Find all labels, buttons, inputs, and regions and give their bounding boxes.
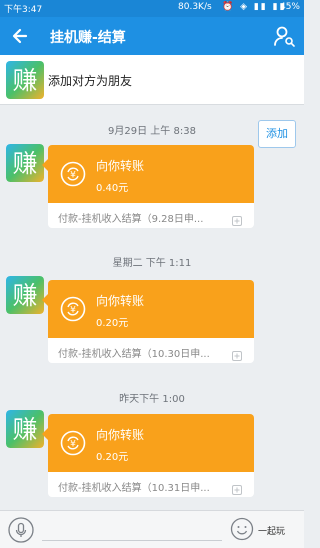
watermark-text: 一起玩	[258, 527, 286, 537]
sender-avatar[interactable]: 赚	[6, 410, 44, 448]
status-time: 下午3:47	[4, 5, 43, 15]
message-timestamp: 昨天下午 1:00	[119, 394, 185, 405]
message-input[interactable]	[42, 531, 222, 541]
avatar-char: 赚	[12, 149, 37, 178]
person-settings-icon[interactable]	[272, 24, 296, 48]
status-bar: 下午3:47 80.3K/s ⏰ ◈ ▮▮ ▮▮ 45%	[0, 0, 304, 17]
transfer-title: 向你转账	[96, 428, 145, 442]
sender-avatar[interactable]: 赚	[6, 276, 44, 314]
battery-level: 45%	[279, 2, 300, 12]
transfer-title: 向你转账	[96, 159, 145, 173]
transfer-card[interactable]: ¥ 向你转账 0.20元 付款-挂机收入结算（10.31日申...	[42, 414, 254, 497]
back-arrow-icon[interactable]	[8, 23, 34, 49]
avatar-char: 赚	[12, 281, 37, 310]
emoji-icon[interactable]	[230, 517, 254, 541]
message-timestamp: 星期二 下午 1:11	[112, 258, 192, 269]
chat-header: 挂机赚-结算	[0, 17, 304, 55]
transfer-app-icon	[232, 211, 242, 226]
chat-title: 挂机赚-结算	[50, 30, 126, 46]
contact-avatar[interactable]: 赚	[6, 61, 44, 99]
microphone-icon[interactable]	[8, 517, 34, 543]
svg-text:¥: ¥	[70, 306, 76, 316]
message-timestamp: 9月29日 上午 8:38	[108, 126, 196, 137]
message-input-bar: 一起玩	[0, 510, 304, 548]
transfer-footer: 付款-挂机收入结算（9.28日申...	[48, 203, 254, 228]
transfer-coin-icon: ¥	[60, 430, 86, 456]
transfer-app-icon	[232, 480, 242, 495]
transfer-coin-icon: ¥	[60, 296, 86, 322]
transfer-footer: 付款-挂机收入结算（10.30日申...	[48, 338, 254, 363]
avatar-char: 赚	[12, 415, 37, 444]
transfer-note: 付款-挂机收入结算（10.30日申...	[58, 349, 210, 360]
signal-icons: ⏰ ◈ ▮▮ ▮▮	[222, 2, 287, 12]
transfer-amount: 0.20元	[96, 318, 129, 329]
svg-text:¥: ¥	[70, 440, 76, 450]
transfer-note: 付款-挂机收入结算（9.28日申...	[58, 214, 204, 225]
transfer-card[interactable]: ¥ 向你转账 0.20元 付款-挂机收入结算（10.30日申...	[42, 280, 254, 363]
svg-text:¥: ¥	[70, 171, 76, 181]
transfer-amount: 0.40元	[96, 183, 129, 194]
transfer-coin-icon: ¥	[60, 161, 86, 187]
transfer-card[interactable]: ¥ 向你转账 0.40元 付款-挂机收入结算（9.28日申...	[42, 145, 254, 228]
add-friend-banner: 赚 添加对方为朋友 添加	[0, 55, 304, 148]
avatar-char: 赚	[12, 66, 37, 95]
transfer-note: 付款-挂机收入结算（10.31日申...	[58, 483, 210, 494]
transfer-amount: 0.20元	[96, 452, 129, 463]
transfer-footer: 付款-挂机收入结算（10.31日申...	[48, 472, 254, 497]
transfer-title: 向你转账	[96, 294, 145, 308]
transfer-app-icon	[232, 346, 242, 361]
add-friend-text: 添加对方为朋友	[48, 74, 133, 88]
network-speed: 80.3K/s	[178, 2, 212, 12]
sender-avatar[interactable]: 赚	[6, 144, 44, 182]
